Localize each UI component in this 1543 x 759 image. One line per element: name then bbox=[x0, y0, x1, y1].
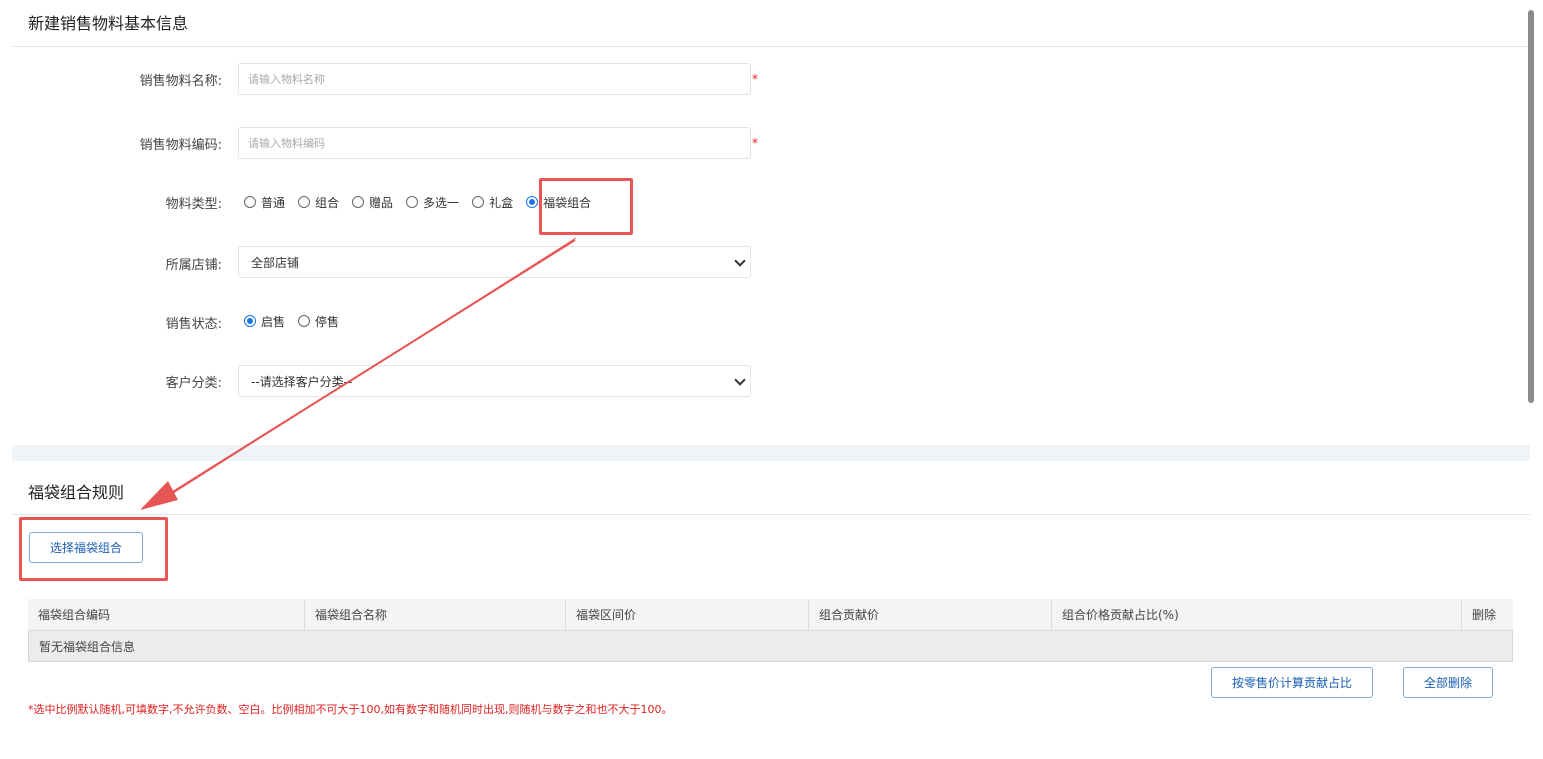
lucky-bag-table: 福袋组合编码 福袋组合名称 福袋区间价 组合贡献价 组合价格贡献占比(%) 删除… bbox=[28, 599, 1513, 662]
col-header-delete: 删除 bbox=[1472, 608, 1497, 622]
material-code-input[interactable] bbox=[238, 127, 751, 159]
type-label: 物料类型: bbox=[165, 197, 222, 212]
lucky-bag-section: 福袋组合规则 选择福袋组合 福袋组合编码 福袋组合名称 福袋区间价 组合贡献价 … bbox=[12, 461, 1530, 759]
radio-icon[interactable] bbox=[472, 196, 485, 208]
material-name-input[interactable] bbox=[238, 63, 751, 95]
radio-icon[interactable] bbox=[406, 196, 419, 208]
calc-contribution-button[interactable]: 按零售价计算贡献占比 bbox=[1211, 667, 1373, 698]
status-label: 销售状态: bbox=[165, 317, 222, 332]
store-select-value: 全部店铺 bbox=[251, 255, 300, 270]
chevron-down-icon bbox=[734, 255, 746, 267]
table-header: 福袋组合编码 福袋组合名称 福袋区间价 组合贡献价 组合价格贡献占比(%) 删除 bbox=[28, 599, 1513, 631]
sales-status-radio-group: 启售 停售 bbox=[244, 311, 352, 331]
type-option-combo[interactable]: 组合 bbox=[298, 194, 339, 211]
status-option-off-sale[interactable]: 停售 bbox=[298, 313, 339, 330]
type-option-gift[interactable]: 赠品 bbox=[352, 194, 393, 211]
col-header-contribution-ratio: 组合价格贡献占比(%) bbox=[1052, 599, 1462, 630]
page: 新建销售物料基本信息 销售物料名称: * 销售物料编码: * 物料类型: 普通 … bbox=[0, 0, 1543, 759]
section-gap bbox=[12, 445, 1530, 461]
customer-label: 客户分类: bbox=[165, 376, 222, 391]
col-header-code: 福袋组合编码 bbox=[28, 599, 305, 630]
code-label: 销售物料编码: bbox=[139, 138, 222, 153]
col-header-price-range: 福袋区间价 bbox=[566, 599, 809, 630]
ratio-note: *选中比例默认随机,可填数字,不允许负数、空白。比例相加不可大于100,如有数字… bbox=[28, 703, 673, 716]
customer-category-select[interactable]: --请选择客户分类-- bbox=[238, 365, 751, 397]
scrollbar-thumb[interactable] bbox=[1528, 10, 1534, 403]
lucky-bag-title: 福袋组合规则 bbox=[28, 483, 125, 502]
annotation-highlight-lucky-bag-option bbox=[539, 178, 633, 235]
required-mark: * bbox=[752, 72, 758, 86]
divider bbox=[12, 514, 1530, 515]
type-option-normal[interactable]: 普通 bbox=[244, 194, 285, 211]
type-option-gift-box[interactable]: 礼盒 bbox=[472, 194, 513, 211]
radio-icon[interactable] bbox=[244, 196, 256, 208]
table-empty-row: 暂无福袋组合信息 bbox=[28, 631, 1513, 662]
radio-checked-icon[interactable] bbox=[526, 196, 539, 208]
name-label: 销售物料名称: bbox=[139, 74, 222, 89]
radio-icon[interactable] bbox=[298, 315, 311, 327]
col-header-contribution-price: 组合贡献价 bbox=[809, 599, 1052, 630]
delete-all-button[interactable]: 全部删除 bbox=[1403, 667, 1493, 698]
basic-info-section: 新建销售物料基本信息 销售物料名称: * 销售物料编码: * 物料类型: 普通 … bbox=[12, 0, 1530, 445]
radio-icon[interactable] bbox=[298, 196, 311, 208]
chevron-down-icon bbox=[734, 374, 746, 386]
required-mark: * bbox=[752, 136, 758, 150]
basic-info-title: 新建销售物料基本信息 bbox=[28, 14, 189, 33]
type-option-choose-one[interactable]: 多选一 bbox=[406, 194, 459, 211]
radio-icon[interactable] bbox=[352, 196, 365, 208]
store-select[interactable]: 全部店铺 bbox=[238, 246, 751, 278]
annotation-highlight-select-button bbox=[19, 517, 168, 581]
col-header-name: 福袋组合名称 bbox=[305, 599, 566, 630]
divider bbox=[12, 46, 1530, 47]
status-option-on-sale[interactable]: 启售 bbox=[244, 313, 285, 330]
radio-checked-icon[interactable] bbox=[244, 315, 256, 327]
store-label: 所属店铺: bbox=[165, 258, 222, 273]
customer-select-value: --请选择客户分类-- bbox=[251, 374, 353, 389]
